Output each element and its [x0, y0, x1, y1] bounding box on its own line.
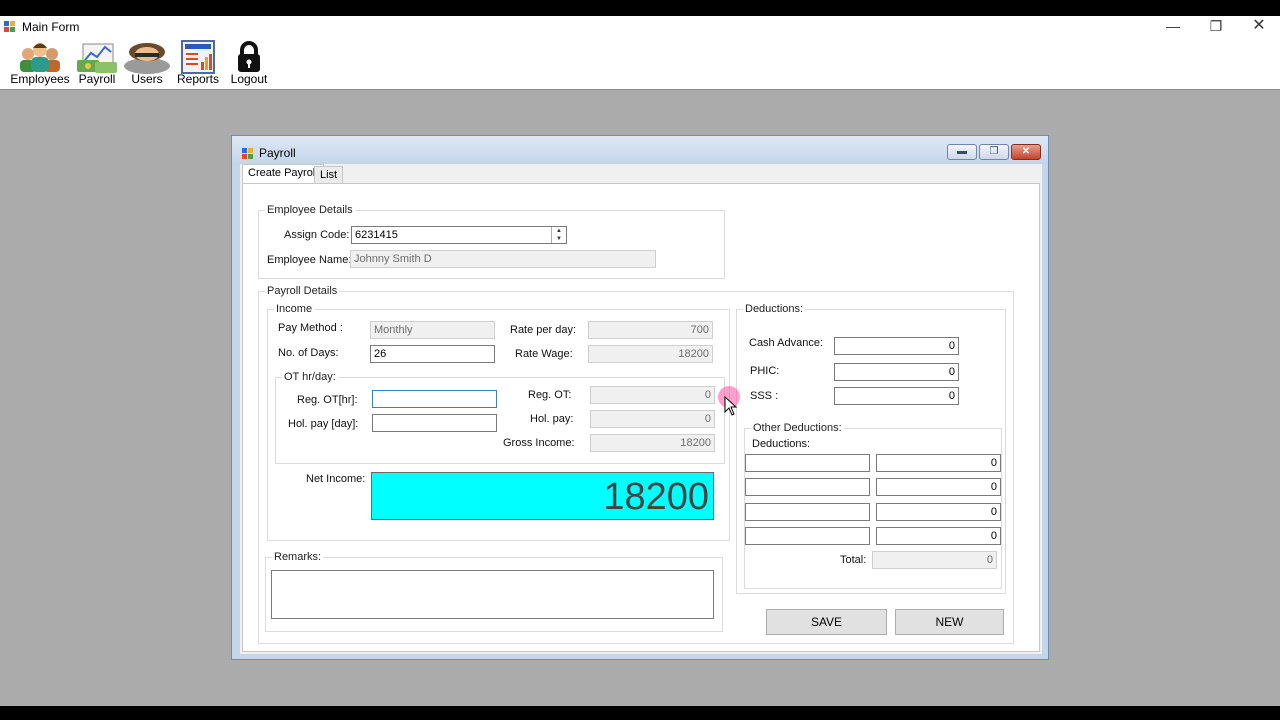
deductions-group: Deductions: Cash Advance: 0 PHIC: 0 SSS … — [736, 303, 1006, 594]
phic-input[interactable]: 0 — [834, 363, 959, 381]
total-label: Total: — [840, 554, 867, 566]
spin-up-icon[interactable]: ▲ — [552, 227, 566, 235]
new-button[interactable]: NEW — [895, 609, 1004, 635]
hol-pay-day-label: Hol. pay [day]: — [288, 418, 359, 430]
net-income-field: 18200 — [371, 472, 714, 520]
remarks-textarea[interactable] — [271, 570, 714, 619]
remarks-title: Remarks: — [272, 551, 324, 563]
payroll-details-group: Payroll Details Income Pay Method : Mont… — [258, 285, 1014, 644]
payroll-icon — [77, 43, 117, 73]
other-deduction-name-3[interactable] — [745, 503, 870, 521]
letterbox-bottom — [0, 706, 1280, 720]
toolbar-users-label: Users — [131, 72, 163, 86]
toolbar-reports-button[interactable]: Reports — [175, 38, 221, 90]
employee-name-field: Johnny Smith D — [350, 250, 656, 268]
other-deduction-name-2[interactable] — [745, 478, 870, 496]
rate-per-day-label: Rate per day: — [510, 324, 577, 336]
toolbar-payroll-button[interactable]: Payroll — [74, 38, 120, 90]
phic-label: PHIC: — [750, 365, 780, 377]
other-deduction-amount-3[interactable]: 0 — [876, 503, 1001, 521]
mouse-cursor-icon — [724, 396, 738, 416]
other-deductions-group: Other Deductions: Deductions: 0 0 0 0 To… — [744, 422, 1002, 589]
toolbar-logout-label: Logout — [230, 72, 268, 86]
save-button[interactable]: SAVE — [766, 609, 887, 635]
total-field: 0 — [872, 551, 997, 569]
rate-per-day-field: 700 — [588, 321, 713, 339]
ot-group: OT hr/day: Reg. OT[hr]: Hol. pay [day]: … — [275, 371, 725, 464]
employee-name-label: Employee Name: — [267, 254, 352, 266]
rate-wage-field: 18200 — [588, 345, 713, 363]
hol-pay-field: 0 — [590, 410, 715, 428]
remarks-group: Remarks: — [265, 551, 723, 632]
sss-input[interactable]: 0 — [834, 387, 959, 405]
main-toolbar: Employees Payroll Users Reports Logout — [0, 38, 1280, 90]
pay-method-field: Monthly — [370, 321, 495, 339]
assign-code-value: 6231415 — [355, 229, 398, 241]
no-days-label: No. of Days: — [278, 347, 339, 359]
assign-code-spinner[interactable]: ▲ ▼ — [551, 227, 566, 243]
payroll-close-button[interactable]: ✕ — [1011, 144, 1041, 160]
restore-button[interactable]: ❐ — [1194, 16, 1238, 38]
hol-pay-day-input[interactable] — [372, 414, 497, 432]
rate-wage-label: Rate Wage: — [515, 348, 573, 360]
income-group: Income Pay Method : Monthly No. of Days:… — [267, 303, 730, 541]
other-deduction-amount-2[interactable]: 0 — [876, 478, 1001, 496]
main-titlebar: Main Form — ❐ ✕ — [0, 16, 1280, 38]
users-icon — [124, 43, 170, 74]
reports-icon — [181, 40, 215, 74]
app-icon — [4, 21, 16, 33]
gross-income-field: 18200 — [590, 434, 715, 452]
ot-title: OT hr/day: — [282, 371, 338, 383]
toolbar-users-button[interactable]: Users — [122, 38, 172, 90]
net-income-label: Net Income: — [306, 473, 366, 485]
assign-code-input[interactable]: 6231415 ▲ ▼ — [351, 226, 567, 244]
create-payroll-tab-page: Employee Details Assign Code: 6231415 ▲ … — [242, 183, 1040, 652]
toolbar-payroll-label: Payroll — [78, 72, 116, 86]
sss-label: SSS : — [750, 390, 779, 402]
minimize-button[interactable]: — — [1151, 16, 1195, 38]
toolbar-employees-button[interactable]: Employees — [8, 38, 72, 90]
payroll-restore-button[interactable]: ❐ — [979, 144, 1009, 160]
cash-advance-input[interactable]: 0 — [834, 337, 959, 355]
pay-method-label: Pay Method : — [278, 322, 343, 334]
tab-create-payroll[interactable]: Create Payroll — [242, 164, 324, 184]
no-days-input[interactable]: 26 — [370, 345, 495, 363]
payroll-window: Payroll ▬ ❐ ✕ Create Payroll List Employ… — [231, 135, 1049, 660]
other-deduction-name-1[interactable] — [745, 454, 870, 472]
payroll-window-title: Payroll — [259, 146, 296, 160]
employee-details-title: Employee Details — [265, 204, 355, 216]
other-deduction-amount-1[interactable]: 0 — [876, 454, 1001, 472]
payroll-minimize-button[interactable]: ▬ — [947, 144, 977, 160]
payroll-window-icon — [242, 148, 254, 160]
reg-ot-label: Reg. OT: — [528, 389, 572, 401]
other-deductions-subtitle: Deductions: — [752, 438, 811, 450]
gross-income-label: Gross Income: — [503, 437, 575, 449]
employees-icon — [20, 43, 60, 72]
other-deduction-amount-4[interactable]: 0 — [876, 527, 1001, 545]
reg-ot-field: 0 — [590, 386, 715, 404]
spin-down-icon[interactable]: ▼ — [552, 235, 566, 243]
payroll-details-title: Payroll Details — [265, 285, 340, 297]
deductions-title: Deductions: — [743, 303, 806, 315]
main-window: Main Form — ❐ ✕ Employees Payroll Users … — [0, 16, 1280, 706]
assign-code-label: Assign Code: — [284, 229, 350, 241]
other-deduction-name-4[interactable] — [745, 527, 870, 545]
window-title: Main Form — [22, 20, 80, 34]
lock-icon — [238, 41, 260, 72]
toolbar-employees-label: Employees — [10, 72, 70, 86]
payroll-client-area: Create Payroll List Employee Details Ass… — [240, 164, 1042, 654]
income-title: Income — [274, 303, 315, 315]
reg-ot-hr-label: Reg. OT[hr]: — [297, 394, 358, 406]
hol-pay-label: Hol. pay: — [530, 413, 574, 425]
close-button[interactable]: ✕ — [1237, 16, 1280, 38]
toolbar-reports-label: Reports — [176, 72, 220, 86]
payroll-titlebar[interactable]: Payroll ▬ ❐ ✕ — [232, 136, 1048, 164]
tab-list[interactable]: List — [314, 166, 344, 184]
employee-details-group: Employee Details Assign Code: 6231415 ▲ … — [258, 204, 725, 279]
cash-advance-label: Cash Advance: — [749, 337, 823, 349]
other-deductions-title: Other Deductions: — [751, 422, 844, 434]
reg-ot-hr-input[interactable] — [372, 390, 497, 408]
toolbar-logout-button[interactable]: Logout — [226, 38, 272, 90]
letterbox-top — [0, 0, 1280, 16]
